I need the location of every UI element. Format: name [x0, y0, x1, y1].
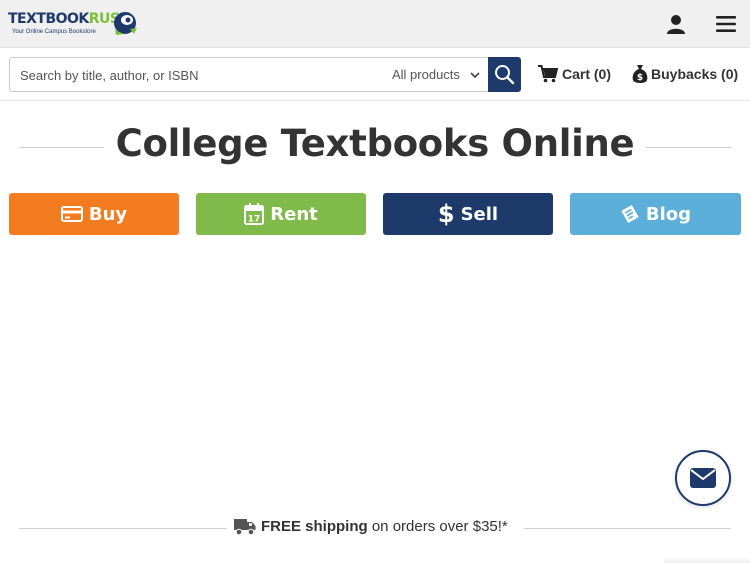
- shipping-bold-text: FREE shipping: [261, 518, 368, 535]
- bottom-right-shadow: [664, 558, 750, 563]
- headline-text: College Textbooks Online: [103, 122, 647, 165]
- logo-tagline: Your Online Campus Bookstore: [12, 29, 96, 35]
- logo-word-textbook: TEXTBOOK: [8, 11, 89, 27]
- page-headline: College Textbooks Online: [0, 122, 750, 165]
- blog-button[interactable]: Blog: [570, 193, 741, 235]
- contact-email-button[interactable]: [675, 450, 731, 506]
- search-bar-row: All products Cart (0) $ Buybacks (0): [0, 48, 750, 101]
- sell-button[interactable]: $ Sell: [383, 193, 553, 235]
- buy-label: Buy: [88, 203, 128, 225]
- shopping-cart-icon: [538, 65, 558, 83]
- money-bag-icon: $: [632, 65, 648, 83]
- search-icon: [495, 65, 515, 85]
- svg-text:$: $: [637, 73, 643, 83]
- rent-label: Rent: [270, 203, 318, 225]
- shipping-text: FREE shipping on orders over $35!*: [261, 518, 508, 535]
- logo-mascot-icon: [114, 12, 137, 35]
- shipping-divider-right: [524, 528, 731, 529]
- rent-button[interactable]: 17 Rent: [196, 193, 366, 235]
- category-select[interactable]: All products: [392, 67, 460, 82]
- dollar-icon: $: [437, 200, 455, 228]
- shipping-rest-text: on orders over $35!*: [367, 518, 508, 535]
- buy-button[interactable]: Buy: [9, 193, 179, 235]
- newspaper-icon: [621, 205, 639, 223]
- shipping-divider-left: [19, 528, 227, 529]
- cart-label: Cart (0): [562, 66, 612, 82]
- search-input[interactable]: [20, 66, 380, 84]
- credit-card-icon: [60, 206, 83, 222]
- chevron-down-icon[interactable]: [470, 71, 480, 79]
- blog-label: Blog: [645, 203, 692, 225]
- buybacks-label: Buybacks (0): [651, 66, 739, 82]
- user-account-icon[interactable]: [664, 12, 688, 36]
- search-button[interactable]: [488, 57, 521, 92]
- search-box: All products: [9, 57, 489, 92]
- envelope-icon: [690, 468, 716, 488]
- calendar-icon: 17: [244, 203, 265, 225]
- top-header: TEXTBOOKRUSH Your Online Campus Bookstor…: [0, 0, 750, 48]
- hamburger-menu-icon[interactable]: [714, 12, 738, 36]
- delivery-truck-icon: [234, 519, 256, 536]
- sell-label: Sell: [460, 203, 499, 225]
- textbookrush-logo[interactable]: TEXTBOOKRUSH Your Online Campus Bookstor…: [8, 8, 137, 40]
- calendar-day: 17: [248, 215, 261, 225]
